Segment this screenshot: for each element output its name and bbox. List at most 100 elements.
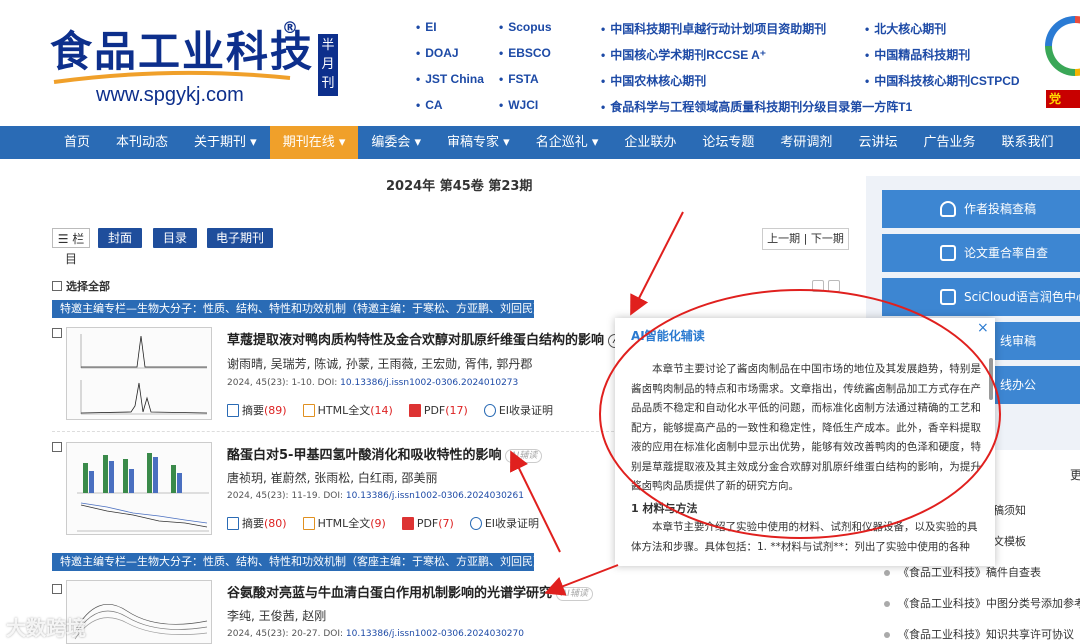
nav-reviewers[interactable]: 审稿专家 ▾	[434, 126, 523, 159]
sidebar-link-clc[interactable]: 《食品工业科技》中图分类号添加参考	[884, 595, 1080, 611]
issue-heading: 2024年 第45卷 第23期	[386, 179, 533, 194]
index-ca[interactable]: CA	[416, 98, 442, 112]
export-icon[interactable]	[828, 280, 840, 292]
html-label: HTML全文	[317, 404, 371, 417]
nav-contact[interactable]: 联系我们	[988, 126, 1066, 159]
ai-popup-scrollbar[interactable]	[989, 358, 993, 400]
sidebar-link-license[interactable]: 《食品工业科技》知识共享许可协议	[884, 626, 1074, 642]
annotation-arrow-1	[630, 211, 684, 316]
article-2-checkbox[interactable]	[52, 442, 62, 452]
article-3-citation: 2024, 45(23): 20-27. DOI:	[227, 629, 346, 639]
article-2-abstract-link[interactable]: 摘要 (80)	[227, 515, 287, 531]
select-all-checkbox[interactable]	[52, 281, 62, 291]
article-2-pdf-link[interactable]: PDF (7)	[401, 515, 454, 531]
nav-news[interactable]: 本刊动态	[103, 126, 181, 159]
article-1-title[interactable]: 草蔻提取液对鸭肉质构特性及金合欢醇对肌原纤维蛋白结构的影响AI辅读	[227, 329, 645, 348]
sidebar-link-clc-text[interactable]: 《食品工业科技》中图分类号添加参考	[898, 597, 1080, 610]
language-polish-button[interactable]: SciCloud语言润色中心	[882, 278, 1080, 316]
nav-ads[interactable]: 广告业务	[910, 126, 988, 159]
chromatogram-thumbnail-icon	[80, 334, 208, 415]
online-office-label: 线办公	[1000, 378, 1037, 392]
index-doaj[interactable]: DOAJ	[416, 46, 458, 60]
nav-editorial-board[interactable]: 编委会 ▾	[358, 126, 434, 159]
bullet-icon	[884, 632, 890, 638]
cover-button[interactable]: 封面	[98, 228, 142, 248]
sidebar-more-tab[interactable]: 更	[1070, 466, 1080, 483]
main-nav: 首页 本刊动态 关于期刊 ▾ 期刊在线 ▾ 编委会 ▾ 审稿专家 ▾ 名企巡礼 …	[0, 126, 1080, 159]
article-2-title-text[interactable]: 酪蛋白对5-甲基四氢叶酸消化和吸收特性的影响	[227, 448, 501, 463]
index-rccse[interactable]: 中国核心学术期刊RCCSE A⁺	[601, 46, 766, 63]
article-2-title[interactable]: 酪蛋白对5-甲基四氢叶酸消化和吸收特性的影响 AI辅读	[227, 444, 543, 463]
index-ebsco[interactable]: EBSCO	[499, 46, 551, 60]
article-2-ai-tag[interactable]: AI辅读	[505, 448, 543, 463]
article-3-title-text[interactable]: 谷氨酸对亮蓝与牛血清白蛋白作用机制影响的光谱学研究	[227, 586, 552, 601]
index-t1[interactable]: 食品科学与工程领域高质量科技期刊分级目录第一方阵T1	[601, 98, 912, 115]
similarity-check-label: 论文重合率自查	[964, 246, 1049, 260]
column-toggle-button[interactable]: ☰ 栏目	[52, 228, 90, 266]
ejournal-button[interactable]: 电子期刊	[207, 228, 273, 248]
nav-cloud[interactable]: 云讲坛	[845, 126, 910, 159]
abstract-count: (89)	[264, 403, 287, 417]
article-3-ai-tag[interactable]: AI辅读	[556, 586, 593, 601]
article-1-abstract-link[interactable]: 摘要 (89)	[227, 402, 287, 418]
nav-joint[interactable]: 企业联办	[611, 126, 689, 159]
close-icon[interactable]: ×	[977, 320, 989, 336]
index-ei[interactable]: EI	[416, 20, 436, 34]
index-agri-core[interactable]: 中国农林核心期刊	[601, 72, 706, 89]
logo-url[interactable]: www.spgykj.com	[96, 84, 244, 107]
article-1-pdf-link[interactable]: PDF (17)	[408, 402, 468, 418]
index-jst[interactable]: JST China	[416, 72, 484, 86]
issue-pager[interactable]: 上一期 | 下一期	[762, 228, 849, 250]
nav-english[interactable]: Eng	[1066, 126, 1080, 159]
index-fsta[interactable]: FSTA	[499, 72, 538, 86]
article-divider	[52, 431, 614, 432]
article-3-doi[interactable]: 10.13386/j.issn1002-0306.2024030270	[346, 629, 524, 639]
article-2-thumbnail[interactable]	[66, 442, 212, 535]
html-icon	[302, 403, 315, 417]
nav-home[interactable]: 首页	[0, 126, 103, 159]
index-wjci[interactable]: WJCI	[499, 98, 538, 112]
article-1-citation: 2024, 45(23): 1-10. DOI:	[227, 378, 341, 388]
ai-popup-heading: 1 材料与方法	[631, 502, 698, 515]
article-2-doi[interactable]: 10.13386/j.issn1002-0306.2024030261	[346, 491, 524, 501]
party-badge[interactable]: 党	[1046, 90, 1080, 108]
select-all[interactable]: 选择全部	[52, 278, 110, 294]
sidebar-link-checklist-text[interactable]: 《食品工业科技》稿件自查表	[898, 566, 1041, 579]
pdf-count: (17)	[445, 403, 468, 417]
article-1-title-text[interactable]: 草蔻提取液对鸭肉质构特性及金合欢醇对肌原纤维蛋白结构的影响	[227, 333, 604, 348]
html-count: (9)	[370, 516, 386, 530]
index-pku-core[interactable]: 北大核心期刊	[865, 20, 946, 37]
index-scopus[interactable]: Scopus	[499, 20, 551, 34]
toc-button[interactable]: 目录	[153, 228, 197, 248]
sidebar-link-template[interactable]: 文模板	[993, 533, 1026, 549]
sidebar-link-guidelines[interactable]: 稿须知	[993, 502, 1026, 518]
sidebar-link-checklist[interactable]: 《食品工业科技》稿件自查表	[884, 564, 1041, 580]
article-1-doi[interactable]: 10.13386/j.issn1002-0306.2024010273	[340, 378, 518, 388]
nav-adjust[interactable]: 考研调剂	[767, 126, 845, 159]
share-icon[interactable]	[812, 280, 824, 292]
nav-online[interactable]: 期刊在线 ▾	[269, 126, 359, 159]
article-1-html-link[interactable]: HTML全文 (14)	[302, 402, 393, 418]
watermark: 大数跨境	[6, 616, 86, 640]
article-3-title[interactable]: 谷氨酸对亮蓝与牛血清白蛋白作用机制影响的光谱学研究 AI辅读	[227, 582, 593, 601]
article-3-thumbnail[interactable]	[66, 580, 212, 644]
section-header-2: 特邀主编专栏—生物大分子：性质、结构、特性和功效机制（客座主编：于寒松、方亚鹏、…	[52, 553, 544, 571]
sidebar-link-license-text[interactable]: 《食品工业科技》知识共享许可协议	[898, 628, 1074, 641]
index-excellence-program[interactable]: 中国科技期刊卓越行动计划项目资助期刊	[601, 20, 826, 37]
article-1-checkbox[interactable]	[52, 328, 62, 338]
submit-manuscript-button[interactable]: 作者投稿查稿	[882, 190, 1080, 228]
ei-icon	[469, 516, 482, 530]
nav-enterprises[interactable]: 名企巡礼 ▾	[523, 126, 612, 159]
abstract-label: 摘要	[242, 404, 264, 417]
article-2-html-link[interactable]: HTML全文 (9)	[302, 515, 386, 531]
index-cstpcd[interactable]: 中国科技核心期刊CSTPCD	[865, 72, 1019, 89]
article-1-ei-link[interactable]: EI收录证明	[483, 402, 553, 418]
online-review-label: 线审稿	[1000, 334, 1037, 348]
similarity-check-button[interactable]: 论文重合率自查	[882, 234, 1080, 272]
nav-forum[interactable]: 论坛专题	[689, 126, 767, 159]
article-2-ei-link[interactable]: EI收录证明	[469, 515, 539, 531]
article-1-thumbnail[interactable]	[66, 327, 212, 420]
nav-about[interactable]: 关于期刊 ▾	[181, 126, 270, 159]
article-3-checkbox[interactable]	[52, 584, 62, 594]
index-excellent-journal[interactable]: 中国精品科技期刊	[865, 46, 970, 63]
